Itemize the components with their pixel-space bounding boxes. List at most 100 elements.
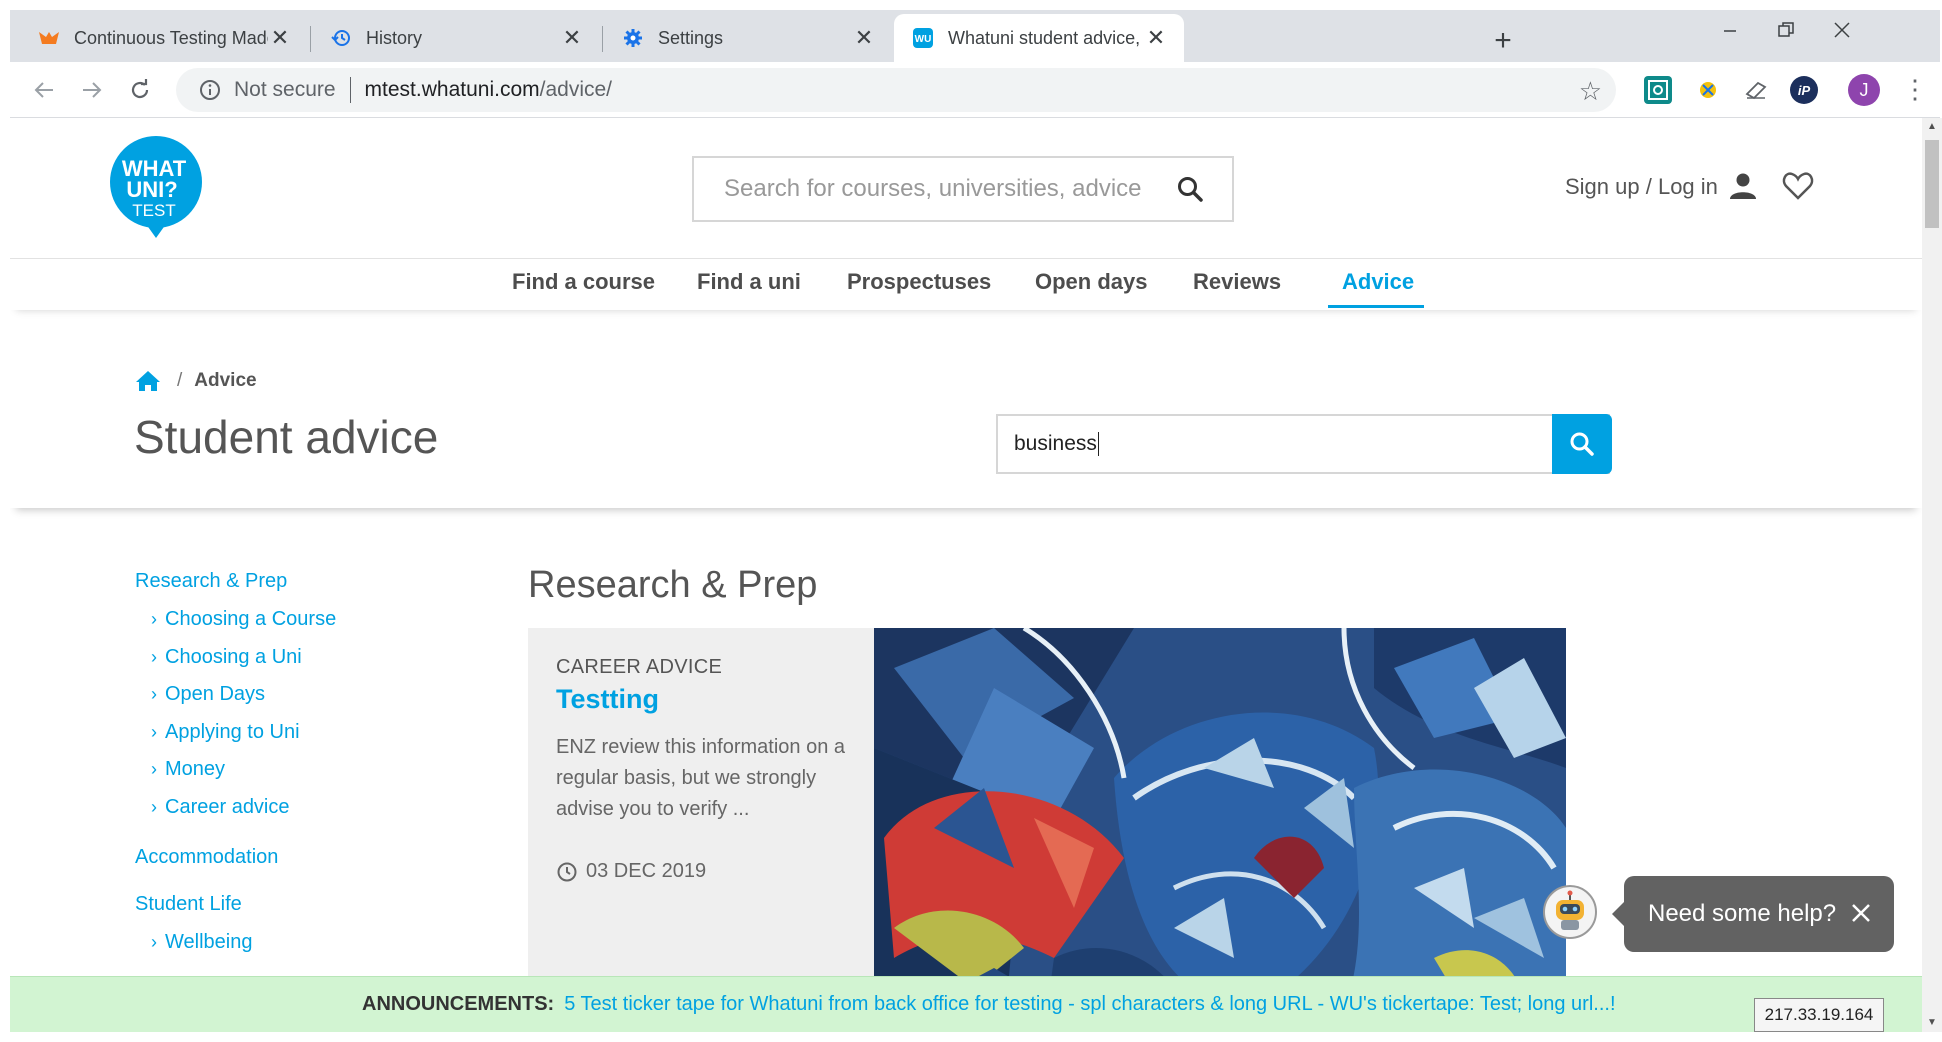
- sidebar-item-student-life[interactable]: Student Life: [135, 893, 242, 916]
- close-tab-icon[interactable]: ✕: [560, 25, 584, 51]
- heart-icon[interactable]: [1782, 171, 1814, 201]
- close-tab-icon[interactable]: ✕: [852, 25, 876, 51]
- close-tab-icon[interactable]: ✕: [1144, 25, 1168, 51]
- nav-open-days[interactable]: Open days: [1035, 269, 1147, 295]
- reload-button[interactable]: [124, 74, 156, 106]
- profile-avatar[interactable]: J: [1848, 74, 1880, 106]
- sidebar-item-wellbeing[interactable]: › Wellbeing: [151, 931, 252, 954]
- tab-title: Settings: [658, 27, 724, 48]
- article-card[interactable]: CAREER ADVICE Testting ENZ review this i…: [528, 628, 874, 1032]
- page-scrollbar[interactable]: ▲ ▼: [1922, 118, 1942, 1032]
- article-date-text: 03 DEC 2019: [586, 860, 707, 882]
- page-viewport: WHAT UNI? TEST Search for courses, unive…: [10, 118, 1922, 1032]
- close-tab-icon[interactable]: ✕: [268, 25, 292, 51]
- browser-toolbar: Not secure mtest.whatuni.com/advice/ ☆ i…: [10, 62, 1940, 118]
- logo-line3: TEST: [132, 201, 175, 220]
- sidebar-item-money[interactable]: › Money: [151, 758, 225, 781]
- ip-address-badge: 217.33.19.164: [1754, 998, 1884, 1032]
- minimize-button[interactable]: [1700, 18, 1760, 44]
- logo-line2: UNI?: [126, 177, 177, 202]
- site-search-box[interactable]: Search for courses, universities, advice: [692, 156, 1234, 222]
- text-caret: [1097, 432, 1099, 456]
- scroll-up-arrow-icon[interactable]: ▲: [1922, 118, 1942, 136]
- advice-search-input[interactable]: business: [996, 414, 1610, 474]
- patterned-fabric-image: [874, 628, 1566, 1032]
- nav-prospectuses[interactable]: Prospectuses: [847, 269, 991, 295]
- sidebar-item-label: Career advice: [165, 796, 290, 818]
- tab-settings[interactable]: Settings ✕: [604, 14, 892, 62]
- extension-icon-1[interactable]: [1644, 76, 1672, 104]
- sidebar-item-label: Choosing a Course: [165, 608, 337, 630]
- svg-text:iP: iP: [1798, 83, 1811, 98]
- sidebar-item-accommodation[interactable]: Accommodation: [135, 846, 278, 869]
- restore-button[interactable]: [1756, 18, 1816, 44]
- sidebar-item-label: Choosing a Uni: [165, 646, 302, 668]
- new-tab-button[interactable]: +: [1486, 24, 1520, 58]
- extension-icon-3[interactable]: [1742, 76, 1770, 104]
- breadcrumb: / Advice: [135, 370, 257, 392]
- whatuni-logo[interactable]: WHAT UNI? TEST: [108, 136, 204, 240]
- signup-login-link[interactable]: Sign up / Log in: [1565, 174, 1718, 200]
- tab-title: Whatuni student advice, articles,: [948, 27, 1144, 48]
- close-window-button[interactable]: [1812, 18, 1872, 44]
- url-text[interactable]: mtest.whatuni.com/advice/: [365, 78, 612, 102]
- home-icon[interactable]: [135, 370, 161, 392]
- main-navigation: Find a course Find a uni Prospectuses Op…: [10, 258, 1922, 310]
- sidebar-item-label: Open Days: [165, 683, 266, 705]
- sidebar-item-open-days[interactable]: › Open Days: [151, 683, 265, 706]
- scrollbar-thumb[interactable]: [1925, 140, 1939, 228]
- back-button[interactable]: [28, 74, 60, 106]
- chevron-right-icon: ›: [151, 932, 157, 952]
- bookmark-star-icon[interactable]: ☆: [1579, 76, 1602, 107]
- info-icon[interactable]: [196, 76, 224, 104]
- testing-app-icon: [38, 27, 60, 49]
- close-icon[interactable]: [1844, 896, 1878, 930]
- tab-whatuni[interactable]: WU Whatuni student advice, articles, ✕: [894, 14, 1184, 62]
- sidebar-item-label: Money: [165, 758, 226, 780]
- tab-separator: [310, 26, 311, 52]
- sidebar-item-label: Wellbeing: [165, 931, 253, 953]
- browser-chrome: Continuous Testing Made Easy | T ✕ Histo…: [10, 10, 1940, 118]
- advice-search-button[interactable]: [1552, 414, 1612, 474]
- article-title[interactable]: Testting: [556, 684, 659, 715]
- extension-icon-2[interactable]: [1694, 76, 1722, 104]
- nav-find-a-uni[interactable]: Find a uni: [697, 269, 801, 295]
- help-popup[interactable]: Need some help?: [1612, 876, 1894, 952]
- sidebar-item-applying-to-uni[interactable]: › Applying to Uni: [151, 721, 300, 744]
- tab-separator: [602, 26, 603, 52]
- article-excerpt: ENZ review this information on a regular…: [556, 736, 846, 820]
- tab-continuous-testing[interactable]: Continuous Testing Made Easy | T ✕: [20, 14, 308, 62]
- address-divider: [349, 77, 351, 103]
- nav-find-a-course[interactable]: Find a course: [512, 269, 655, 295]
- reload-icon: [131, 79, 149, 99]
- extension-icon-4[interactable]: iP: [1790, 76, 1818, 104]
- tab-title: Continuous Testing Made Easy | T: [74, 27, 268, 48]
- chevron-right-icon: ›: [151, 797, 157, 817]
- sidebar-item-research-prep[interactable]: Research & Prep: [135, 570, 287, 593]
- gear-icon: [622, 27, 644, 49]
- nav-reviews[interactable]: Reviews: [1193, 269, 1281, 295]
- whatuni-favicon: WU: [912, 27, 934, 49]
- forward-button[interactable]: [76, 74, 108, 106]
- clock-icon: [556, 861, 578, 883]
- sidebar-item-career-advice[interactable]: › Career advice: [151, 796, 290, 819]
- sidebar-item-choosing-a-course[interactable]: › Choosing a Course: [151, 608, 336, 631]
- article-category: CAREER ADVICE: [556, 656, 723, 678]
- chatbot-avatar-icon[interactable]: [1542, 884, 1598, 940]
- user-icon[interactable]: [1728, 171, 1758, 201]
- scroll-down-arrow-icon[interactable]: ▼: [1922, 1014, 1942, 1032]
- announcement-ticker: ANNOUNCEMENTS: 5 Test ticker tape for Wh…: [10, 976, 1922, 1032]
- close-icon: [1834, 22, 1850, 38]
- sidebar-item-choosing-a-uni[interactable]: › Choosing a Uni: [151, 646, 302, 669]
- browser-menu-icon[interactable]: ⋮: [1902, 74, 1928, 104]
- chevron-right-icon: ›: [151, 684, 157, 704]
- tab-title: History: [366, 27, 423, 48]
- address-bar[interactable]: Not secure mtest.whatuni.com/advice/ ☆: [176, 68, 1616, 112]
- ticker-message-link[interactable]: 5 Test ticker tape for Whatuni from back…: [564, 993, 1615, 1016]
- site-search-input[interactable]: Search for courses, universities, advice: [694, 175, 1170, 203]
- nav-advice[interactable]: Advice: [1342, 269, 1414, 295]
- chevron-right-icon: ›: [151, 759, 157, 779]
- article-image[interactable]: [874, 628, 1566, 1032]
- tab-history[interactable]: History ✕: [312, 14, 600, 62]
- search-icon[interactable]: [1170, 169, 1210, 209]
